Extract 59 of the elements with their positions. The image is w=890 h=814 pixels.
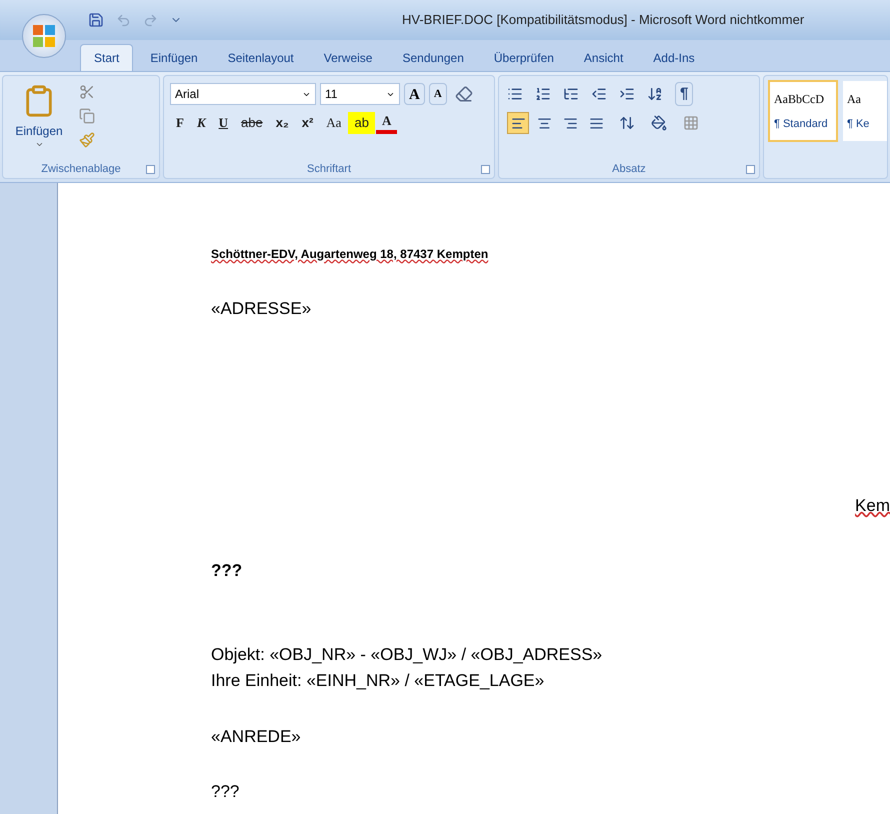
shrink-font-button[interactable]: A bbox=[428, 83, 447, 105]
paste-button[interactable]: Einfügen bbox=[11, 80, 67, 149]
office-button[interactable] bbox=[22, 14, 66, 58]
address-field: «ADRESSE» bbox=[211, 296, 312, 322]
line-spacing-icon[interactable] bbox=[619, 115, 635, 131]
align-justify-icon bbox=[588, 116, 604, 130]
format-button[interactable]: U bbox=[212, 112, 234, 134]
decrease-indent-icon[interactable] bbox=[591, 86, 607, 102]
office-logo-icon bbox=[33, 25, 55, 47]
align-right-icon bbox=[562, 116, 578, 130]
place-text: Kem bbox=[855, 494, 890, 516]
ribbon-tab[interactable]: Überprüfen bbox=[480, 44, 567, 71]
ribbon-tab[interactable]: Einfügen bbox=[137, 44, 211, 71]
ribbon-tab[interactable]: Add-Ins bbox=[640, 44, 708, 71]
align-left-icon bbox=[510, 116, 526, 130]
format-button[interactable]: x₂ bbox=[270, 112, 295, 134]
format-button[interactable]: Aa bbox=[320, 112, 348, 134]
align-center-icon bbox=[536, 116, 552, 130]
sender-line: Schöttner-EDV, Augartenweg 18, 87437 Kempten bbox=[211, 246, 488, 263]
bullet-list-icon[interactable] bbox=[507, 86, 523, 102]
ribbon-tab[interactable]: Start bbox=[80, 44, 134, 71]
window-title: HV-BRIEF.DOC [Kompatibilitätsmodus] - Microsoft Word nichtkommer bbox=[402, 11, 804, 30]
ribbon-tab[interactable]: Sendungen bbox=[389, 44, 477, 71]
format-button[interactable]: K bbox=[190, 112, 212, 134]
ribbon-tab[interactable]: Seitenlayout bbox=[214, 44, 307, 71]
subject-text: ??? bbox=[211, 560, 242, 582]
group-label: Schriftart bbox=[306, 162, 351, 178]
show-marks-button[interactable]: ¶ bbox=[675, 82, 694, 106]
sort-icon[interactable] bbox=[647, 86, 663, 102]
object-line: Objekt: «OBJ_NR» - «OBJ_WJ» / «OBJ_ADRESS» bbox=[211, 644, 602, 666]
caret-icon bbox=[34, 140, 44, 149]
font-family-field[interactable]: Arial bbox=[170, 83, 316, 105]
format-button[interactable]: abe bbox=[235, 112, 269, 134]
group-label: Absatz bbox=[612, 162, 646, 178]
font-size-field[interactable]: 11 bbox=[320, 83, 400, 105]
shading-icon[interactable] bbox=[651, 115, 667, 131]
save-icon[interactable] bbox=[88, 12, 104, 28]
format-button[interactable]: x² bbox=[296, 112, 320, 134]
style-button[interactable]: AaBbCcD ¶ Standard bbox=[768, 80, 838, 142]
numbered-list-icon[interactable] bbox=[535, 86, 551, 102]
dialog-launcher-icon[interactable] bbox=[146, 165, 155, 174]
format-button[interactable]: ab bbox=[348, 112, 375, 134]
format-button[interactable]: A bbox=[376, 112, 398, 134]
multilevel-list-icon[interactable] bbox=[563, 86, 579, 102]
ribbon-tab[interactable]: Ansicht bbox=[570, 44, 636, 71]
body-text: ??? bbox=[211, 781, 240, 803]
align-button[interactable] bbox=[507, 112, 529, 134]
clear-formatting-icon[interactable] bbox=[454, 85, 473, 103]
cut-icon[interactable] bbox=[79, 84, 95, 100]
dialog-launcher-icon[interactable] bbox=[746, 165, 755, 174]
format-button[interactable]: F bbox=[170, 112, 190, 134]
ribbon-tab[interactable]: Verweise bbox=[310, 44, 386, 71]
object-line: Ihre Einheit: «EINH_NR» / «ETAGE_LAGE» bbox=[211, 670, 546, 692]
group-label: Zwischenablage bbox=[41, 162, 121, 178]
increase-indent-icon[interactable] bbox=[619, 86, 635, 102]
grow-font-button[interactable]: A bbox=[404, 83, 425, 105]
dialog-launcher-icon[interactable] bbox=[481, 165, 490, 174]
style-button[interactable]: Aa ¶ Ke bbox=[842, 80, 887, 142]
salutation-field: «ANREDE» bbox=[211, 724, 301, 749]
